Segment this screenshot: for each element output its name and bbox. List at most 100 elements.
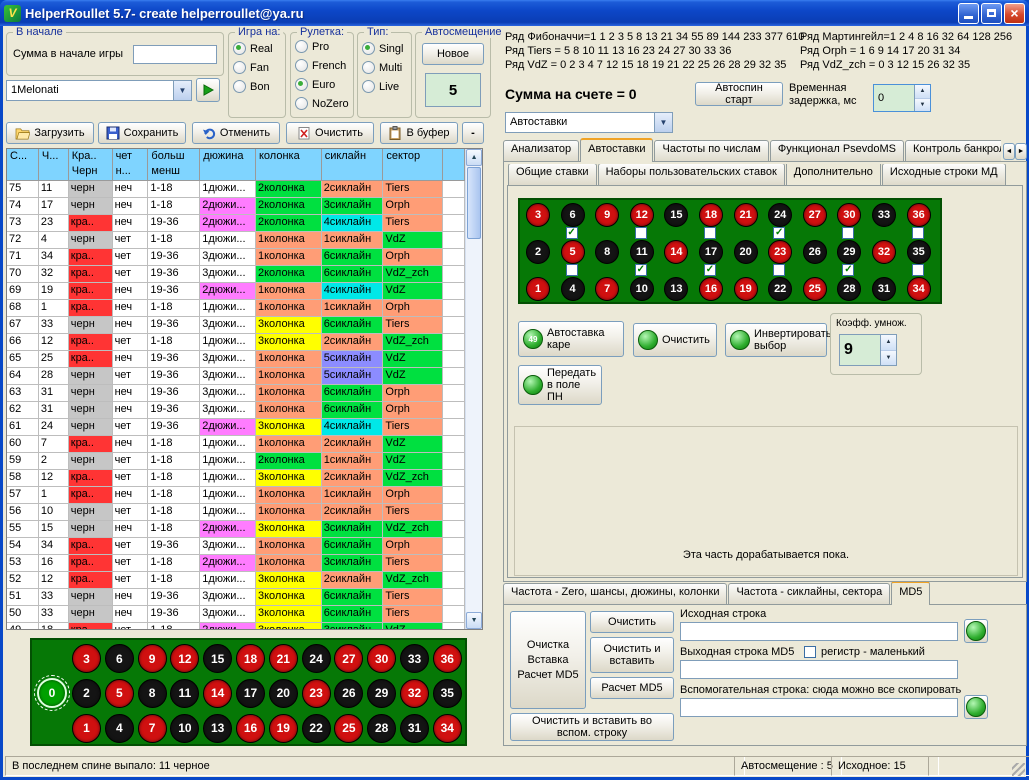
column-header[interactable]: С...	[7, 149, 39, 181]
table-row[interactable]: 7511черннеч1-181дюжи...2колонка2сиклайнT…	[7, 181, 465, 198]
preset-combo[interactable]: 1Melonati ▼	[6, 80, 192, 101]
bet-checkbox-checked[interactable]: ✓	[842, 264, 854, 276]
board-number-22[interactable]: 22	[302, 714, 331, 743]
scroll-thumb[interactable]	[467, 167, 481, 239]
board-number-24[interactable]: 24	[302, 644, 331, 673]
resize-grip[interactable]	[1012, 763, 1025, 776]
bet-checkbox-checked[interactable]: ✓	[773, 227, 785, 239]
board-number-18[interactable]: 18	[236, 644, 265, 673]
radio-pro[interactable]: Pro	[291, 37, 353, 56]
md5-clear-paste-aux-button[interactable]: Очистить и вставить во вспом. строку	[510, 713, 674, 741]
board-number-7[interactable]: 7	[138, 714, 167, 743]
board-number-8[interactable]: 8	[138, 679, 167, 708]
radio-real[interactable]: Real	[229, 39, 285, 58]
board-number-14[interactable]: 14	[203, 679, 232, 708]
board-number-17[interactable]: 17	[236, 679, 265, 708]
collapse-button[interactable]: -	[462, 122, 484, 144]
md5-source-input[interactable]	[680, 622, 958, 641]
table-row[interactable]: 6525кра..неч19-363дюжи...1колонка5сиклай…	[7, 351, 465, 368]
board-number-21[interactable]: 21	[269, 644, 298, 673]
register-checkbox[interactable]	[804, 646, 816, 658]
board-number-18[interactable]: 18	[699, 203, 723, 227]
column-header[interactable]: Кра..Черн	[69, 149, 113, 181]
scroll-down-icon[interactable]: ▼	[466, 612, 482, 629]
table-row[interactable]: 6612кра..чет1-181дюжи...3колонка2сиклайн…	[7, 334, 465, 351]
run-button[interactable]	[196, 78, 220, 102]
toolbar-button-4[interactable]: Очистить	[286, 122, 374, 144]
board-number-33[interactable]: 33	[872, 203, 896, 227]
board-number-4[interactable]: 4	[561, 277, 585, 301]
maximize-button[interactable]	[981, 3, 1002, 24]
board-number-30[interactable]: 30	[367, 644, 396, 673]
coeff-spinner[interactable]: 9 ▲ ▼	[839, 334, 897, 366]
md5-output-input[interactable]	[680, 660, 958, 679]
table-row[interactable]: 6124чернчет19-362дюжи...3колонка4сиклайн…	[7, 419, 465, 436]
radio-singl[interactable]: Singl	[358, 39, 411, 58]
bet-checkbox[interactable]	[773, 264, 785, 276]
scroll-up-icon[interactable]: ▲	[466, 149, 482, 166]
board-number-10[interactable]: 10	[170, 714, 199, 743]
column-header[interactable]: колонка	[256, 149, 322, 181]
board-number-25[interactable]: 25	[803, 277, 827, 301]
transfer-to-pn-button[interactable]: Передать в поле ПН	[518, 365, 602, 405]
table-row[interactable]: 5212кра..чет1-181дюжи...3колонка2сиклайн…	[7, 572, 465, 589]
board-number-13[interactable]: 13	[203, 714, 232, 743]
bet-checkbox[interactable]	[635, 227, 647, 239]
table-row[interactable]: 571кра..неч1-181дюжи...1колонка1сиклайнO…	[7, 487, 465, 504]
column-header[interactable]: большменш	[148, 149, 200, 181]
board-number-34[interactable]: 34	[433, 714, 462, 743]
board-number-zero[interactable]: 0	[37, 678, 67, 708]
board-number-11[interactable]: 11	[170, 679, 199, 708]
board-number-17[interactable]: 17	[699, 240, 723, 264]
table-row[interactable]: 7032кра..чет19-363дюжи...2колонка6сиклай…	[7, 266, 465, 283]
board-number-7[interactable]: 7	[595, 277, 619, 301]
bottom-tab-1[interactable]: Частота - Zero, шансы, дюжины, колонки	[503, 583, 727, 605]
table-row[interactable]: 607кра..неч1-181дюжи...1колонка2сиклайнV…	[7, 436, 465, 453]
board-number-14[interactable]: 14	[664, 240, 688, 264]
board-number-29[interactable]: 29	[837, 240, 861, 264]
table-row[interactable]: 6733черннеч19-363дюжи...3колонка6сиклайн…	[7, 317, 465, 334]
spin-up-icon[interactable]: ▲	[915, 85, 930, 99]
toolbar-button-2[interactable]: Сохранить	[98, 122, 186, 144]
board-number-31[interactable]: 31	[872, 277, 896, 301]
radio-multi[interactable]: Multi	[358, 58, 411, 77]
clear-selection-button[interactable]: Очистить	[633, 323, 717, 357]
board-number-19[interactable]: 19	[269, 714, 298, 743]
table-scrollbar[interactable]: ▲ ▼	[465, 149, 482, 629]
md5-clear-button[interactable]: Очистить	[590, 611, 674, 633]
board-number-24[interactable]: 24	[768, 203, 792, 227]
radio-live[interactable]: Live	[358, 77, 411, 96]
board-number-23[interactable]: 23	[768, 240, 792, 264]
table-row[interactable]: 6331черннеч19-363дюжи...1колонка6сиклайн…	[7, 385, 465, 402]
board-number-2[interactable]: 2	[526, 240, 550, 264]
radio-french[interactable]: French	[291, 56, 353, 75]
invert-selection-button[interactable]: Инвертировать выбор	[725, 323, 827, 357]
board-number-27[interactable]: 27	[334, 644, 363, 673]
board-number-3[interactable]: 3	[72, 644, 101, 673]
table-row[interactable]: 4918кра..чет1-182дюжи...3колонка3сиклайн…	[7, 623, 465, 629]
bet-checkbox[interactable]	[566, 264, 578, 276]
table-row[interactable]: 5812кра..чет1-181дюжи...3колонка2сиклайн…	[7, 470, 465, 487]
board-number-34[interactable]: 34	[907, 277, 931, 301]
main-tab-2[interactable]: Автоставки	[580, 138, 653, 162]
board-number-20[interactable]: 20	[269, 679, 298, 708]
table-row[interactable]: 5515черннеч1-182дюжи...3колонка3сиклайнV…	[7, 521, 465, 538]
main-tab-3[interactable]: Частоты по числам	[654, 140, 768, 162]
md5-aux-go-button[interactable]	[964, 695, 988, 719]
sub-tab-2[interactable]: Наборы пользовательских ставок	[598, 164, 785, 185]
radio-bon[interactable]: Bon	[229, 77, 285, 96]
bet-checkbox-checked[interactable]: ✓	[704, 264, 716, 276]
toolbar-button-5[interactable]: В буфер	[380, 122, 458, 144]
board-number-30[interactable]: 30	[837, 203, 861, 227]
spin-down-icon[interactable]: ▼	[881, 351, 896, 366]
board-number-12[interactable]: 12	[630, 203, 654, 227]
board-number-16[interactable]: 16	[699, 277, 723, 301]
md5-clear-paste-button[interactable]: Очистить и вставить	[590, 637, 674, 673]
board-number-9[interactable]: 9	[595, 203, 619, 227]
column-header[interactable]: дюжина	[200, 149, 256, 181]
table-row[interactable]: 7134кра..чет19-363дюжи...1колонка6сиклай…	[7, 249, 465, 266]
md5-source-go-button[interactable]	[964, 619, 988, 643]
board-number-29[interactable]: 29	[367, 679, 396, 708]
board-number-27[interactable]: 27	[803, 203, 827, 227]
board-number-31[interactable]: 31	[400, 714, 429, 743]
